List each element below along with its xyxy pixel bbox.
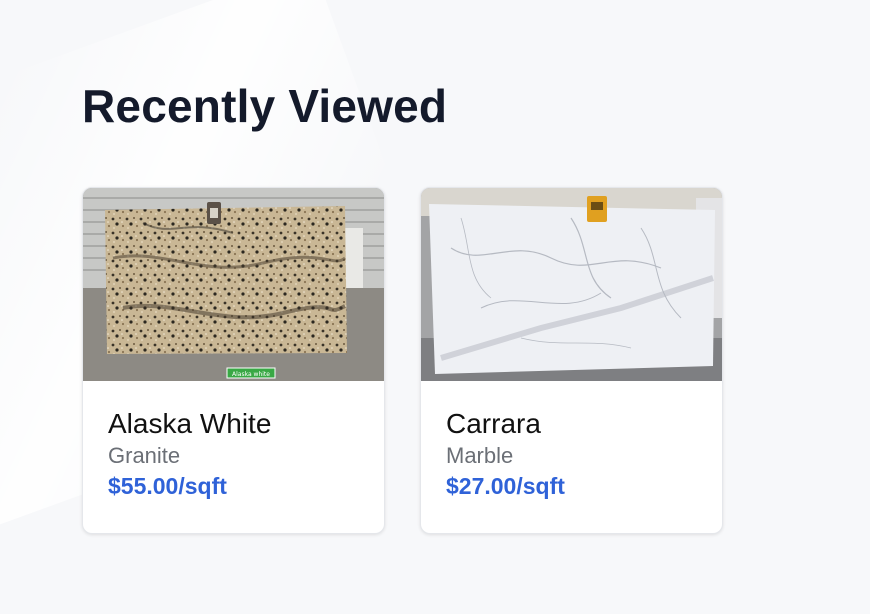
product-name[interactable]: Alaska White: [108, 407, 359, 441]
product-card-list: Alaska white Alaska White Granite $55.00…: [82, 187, 723, 534]
product-price: $27.00/sqft: [446, 473, 565, 499]
product-type: Marble: [446, 443, 514, 468]
product-image-marble-slab[interactable]: [421, 188, 722, 381]
recently-viewed-section: Recently Viewed: [82, 78, 447, 134]
product-type: Granite: [108, 443, 181, 468]
section-title: Recently Viewed: [82, 80, 448, 132]
product-price: $55.00/sqft: [108, 473, 227, 499]
slab-tag-label: Alaska white: [232, 371, 270, 378]
product-card-alaska-white[interactable]: Alaska white Alaska White Granite $55.00…: [82, 187, 385, 534]
product-card-body: Carrara Marble $27.00/sqft: [421, 381, 722, 501]
product-image-granite-slab[interactable]: Alaska white: [83, 188, 384, 381]
product-card-carrara[interactable]: Carrara Marble $27.00/sqft: [420, 187, 723, 534]
product-name[interactable]: Carrara: [446, 407, 697, 441]
product-card-body: Alaska White Granite $55.00/sqft: [83, 381, 384, 501]
